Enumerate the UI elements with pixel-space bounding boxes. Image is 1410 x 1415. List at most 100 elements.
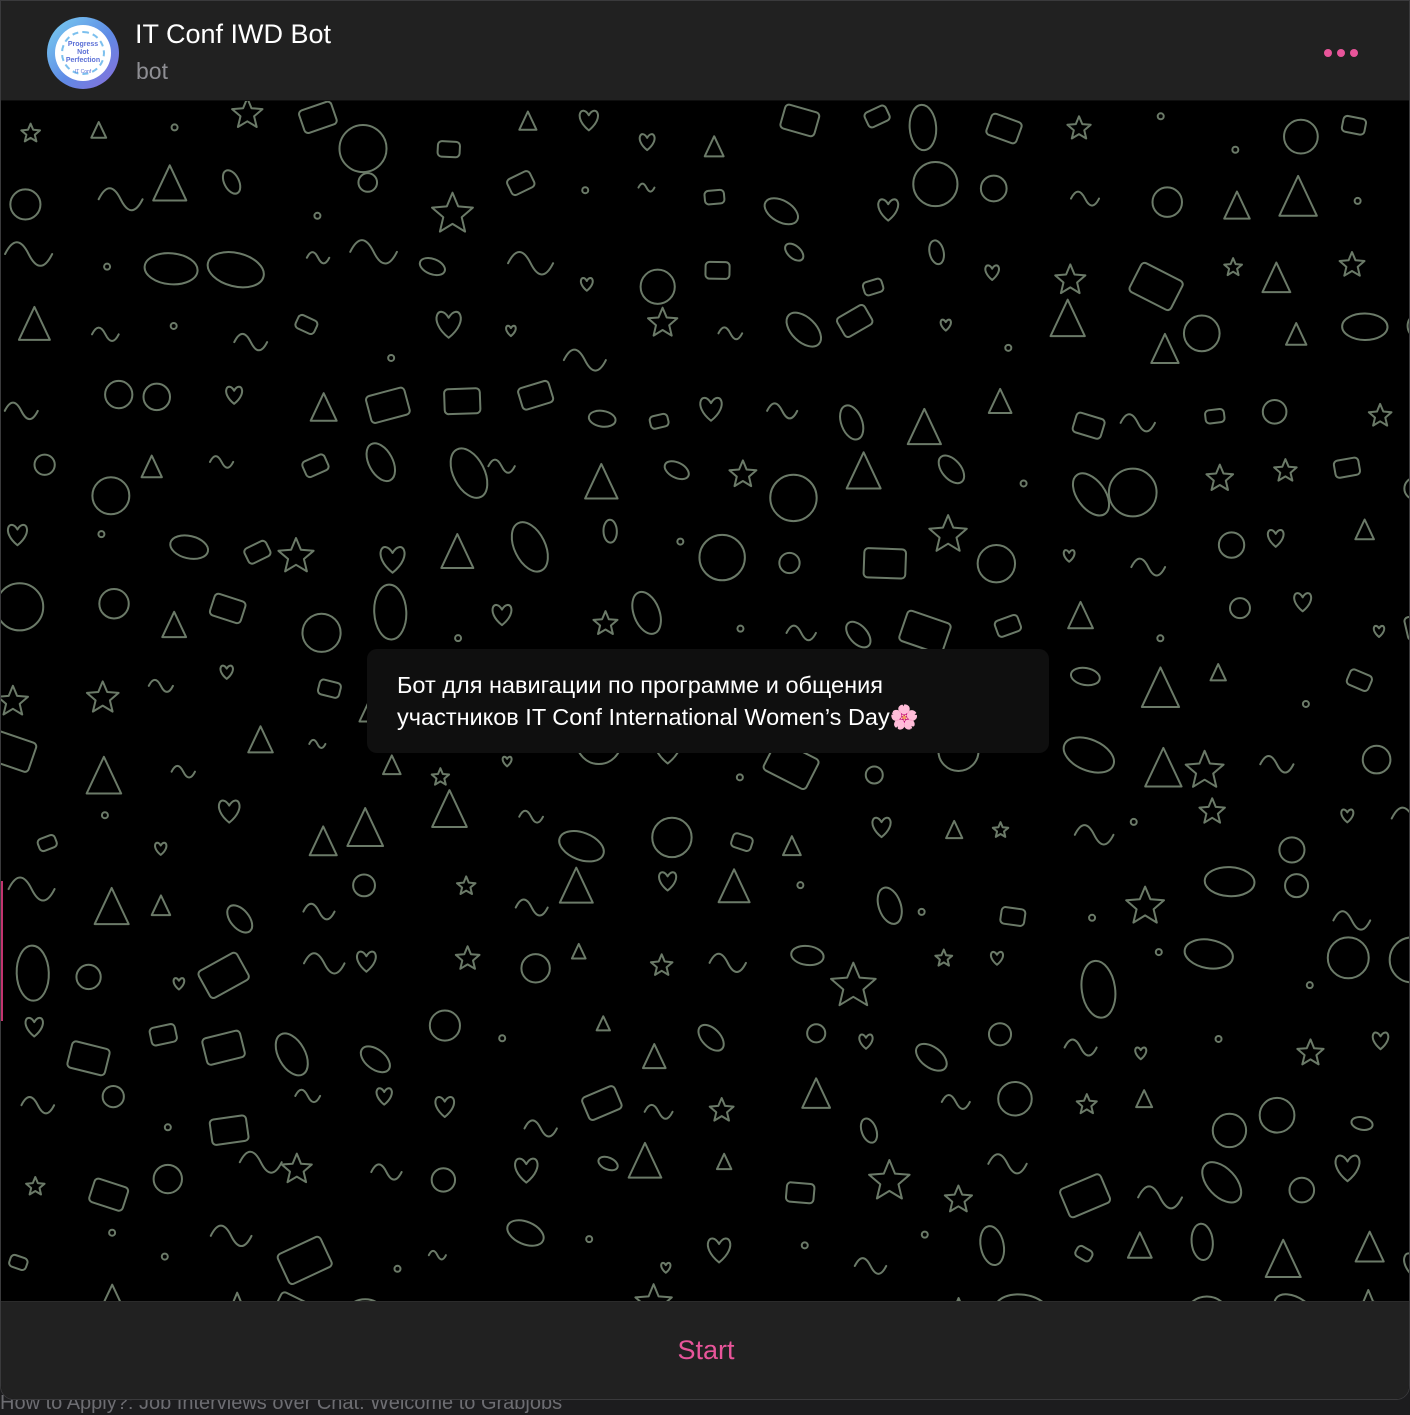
doodle-shape [1283,118,1319,155]
start-button[interactable]: Start [1,1302,1409,1399]
doodle-shape [393,1264,402,1273]
bottom-bar: Start [1,1301,1409,1399]
doodle-shape [6,523,28,547]
doodle-shape [1261,261,1292,294]
doodle-shape [501,755,513,768]
doodle-shape [1223,257,1243,277]
doodle-shape [1354,518,1375,541]
doodle-shape [1182,314,1221,353]
doodle-shape [1406,317,1409,334]
doodle-shape [898,609,952,655]
doodle-shape [90,326,120,342]
doodle-shape [25,1176,46,1196]
doodle-shape [728,459,758,488]
doodle-shape [861,277,885,297]
doodle-shape [208,1114,250,1146]
doodle-shape [294,1088,322,1104]
message-bubble[interactable]: Бот для навигации по программе и общения… [367,649,1049,753]
doodle-shape [1137,1185,1183,1210]
side-accent-bar [1,881,3,1021]
bot-avatar[interactable]: Progress Not Perfection IT Conf [47,17,119,89]
doodle-shape [597,1155,619,1172]
doodle-shape [172,977,186,991]
doodle-shape [934,948,954,967]
doodle-shape [1360,1289,1376,1301]
doodle-shape [498,1034,507,1043]
doodle-shape [75,963,102,991]
doodle-shape [994,1293,1050,1301]
doodle-shape [301,612,342,653]
doodle-shape [431,191,474,233]
doodle-shape [1151,186,1183,218]
doodle-shape [1019,479,1028,488]
doodle-shape [1183,938,1234,970]
doodle-shape [100,811,109,820]
doodle-shape [993,613,1022,638]
doodle-shape [1209,663,1227,682]
avatar-line-2: Not [77,49,89,56]
doodle-shape [506,170,536,197]
doodle-shape [651,816,693,859]
doodle-shape [784,242,805,262]
doodle-shape [93,886,130,926]
doodle-shape [987,1022,1013,1047]
doodle-shape [585,1235,594,1244]
doodle-shape [36,833,58,853]
doodle-shape [979,1225,1006,1267]
doodle-shape [976,543,1017,584]
doodle-shape [1140,666,1181,708]
doodle-shape [443,387,482,416]
doodle-shape [518,110,538,131]
doodle-shape [920,1230,929,1239]
doodle-shape [365,386,411,424]
doodle-shape [356,950,377,973]
doodle-shape [602,518,618,544]
doodle-shape [15,944,50,1002]
doodle-shape [520,953,551,984]
more-options-button[interactable] [1313,31,1369,75]
doodle-shape [730,832,754,852]
doodle-shape [1372,624,1386,638]
doodle-shape [1134,1046,1148,1061]
doodle-shape [703,135,725,158]
doodle-shape [518,809,545,824]
doodle-shape [649,953,674,976]
doodle-shape [271,1291,316,1301]
doodle-shape [247,725,274,754]
doodle-shape [221,169,242,195]
doodle-shape [1107,467,1158,518]
chat-area[interactable]: Бот для навигации по программе и общения… [1,101,1409,1301]
doodle-shape [308,738,327,749]
doodle-shape [871,816,892,839]
chat-header: Progress Not Perfection IT Conf IT Conf … [1,1,1409,101]
doodle-shape [1184,749,1225,788]
doodle-shape [9,188,42,221]
doodle-shape [428,1009,461,1042]
doodle-shape [219,664,234,680]
doodle-shape [703,188,726,206]
doodle-shape [197,951,250,1000]
doodle-shape [90,120,108,139]
chat-subtitle: bot [136,58,168,84]
doodle-shape [1301,699,1310,708]
doodle-shape [1054,263,1087,295]
doodle-shape [208,455,235,469]
doodle-shape [940,1093,971,1110]
doodle-shape [233,332,269,352]
doodle-shape [387,353,396,362]
doodle-shape [97,530,106,539]
avatar-line-1: Progress [67,41,99,48]
doodle-shape [1075,1093,1098,1115]
doodle-shape [280,1152,313,1184]
doodle-shape [858,1033,874,1050]
doodle-shape [784,1181,816,1205]
doodle-shape [779,103,821,138]
doodle-shape [1080,959,1117,1019]
doodle-shape [648,412,670,430]
doodle-shape [1062,736,1115,774]
doodle-shape [517,379,555,411]
doodle-shape [558,830,605,863]
doodle-shape [169,534,210,560]
doodle-shape [1198,797,1226,824]
doodle-shape [140,454,163,479]
